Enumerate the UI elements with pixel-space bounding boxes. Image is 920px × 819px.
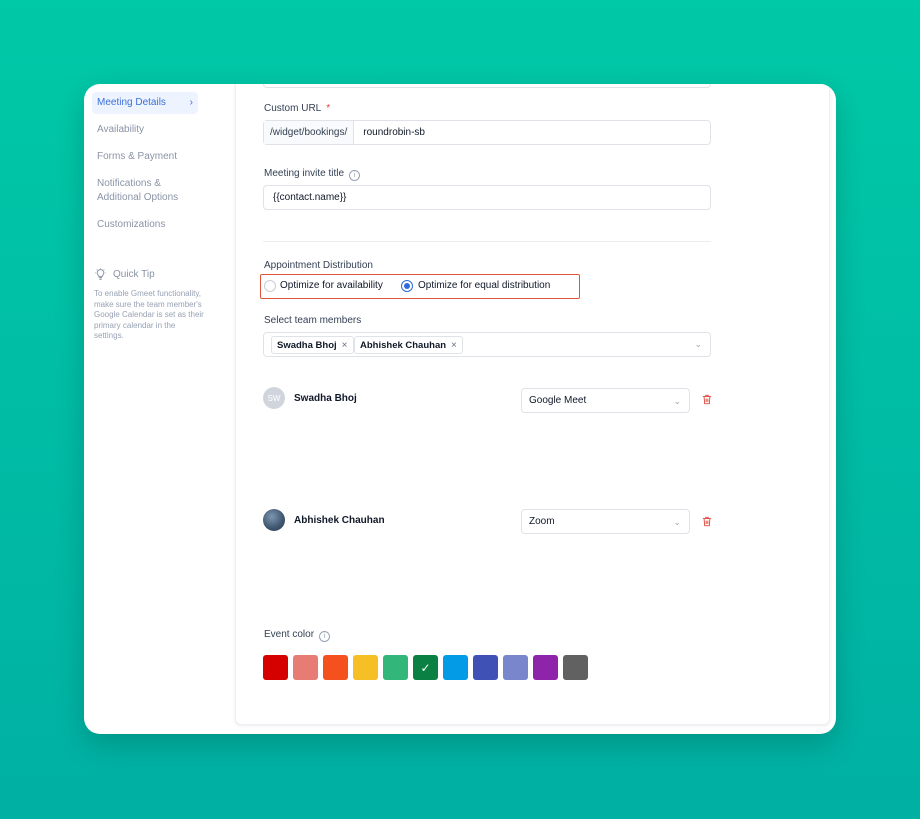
member-name: Swadha Bhoj <box>294 393 357 404</box>
color-swatch[interactable] <box>563 655 588 680</box>
sidebar-item-forms-payment[interactable]: Forms & Payment <box>92 146 198 168</box>
avatar <box>263 509 285 531</box>
quick-tip-body: To enable Gmeet functionality, make sure… <box>94 289 204 340</box>
info-icon[interactable]: i <box>349 170 361 181</box>
radio-label-equal[interactable]: Optimize for equal distribution <box>418 280 550 291</box>
app-window: Meeting Details › Availability Forms & P… <box>84 84 836 734</box>
radio-label-availability[interactable]: Optimize for availability <box>280 280 383 291</box>
radio-optimize-availability[interactable] <box>264 280 276 292</box>
chevron-down-icon: ⌄ <box>673 396 681 406</box>
meeting-location-select[interactable]: Zoom ⌄ <box>521 509 690 534</box>
team-members-label: Select team members <box>264 315 362 326</box>
member-name: Abhishek Chauhan <box>294 515 385 526</box>
sidebar-item-meeting-details[interactable]: Meeting Details › <box>92 92 198 114</box>
meeting-location-select[interactable]: Google Meet ⌄ <box>521 388 690 413</box>
sidebar-item-customizations[interactable]: Customizations <box>92 214 198 236</box>
check-icon: ✓ <box>420 660 431 675</box>
custom-url-label: Custom URL * <box>264 103 331 114</box>
invite-title-label: Meeting invite title i <box>264 168 361 181</box>
color-swatch[interactable] <box>293 655 318 680</box>
meeting-details-panel: Custom URL * /widget/bookings/ roundrobin… <box>235 84 830 725</box>
close-icon[interactable]: × <box>451 340 457 351</box>
team-members-select[interactable]: Swadha Bhoj × Abhishek Chauhan × ⌄ <box>263 332 711 357</box>
chevron-down-icon: ⌄ <box>673 517 681 527</box>
radio-optimize-equal[interactable] <box>401 280 413 292</box>
invite-title-input[interactable]: {{contact.name}} <box>263 185 711 210</box>
chevron-right-icon: › <box>189 97 193 108</box>
custom-url-prefix: /widget/bookings/ <box>264 121 355 144</box>
close-icon[interactable]: × <box>342 340 348 351</box>
event-color-swatches: ✓ <box>263 655 588 680</box>
quick-tip-title: Quick Tip <box>113 269 155 280</box>
sidebar: Meeting Details › Availability Forms & P… <box>84 84 234 734</box>
color-swatch[interactable]: ✓ <box>413 655 438 680</box>
avatar: SW <box>263 387 285 409</box>
chevron-down-icon[interactable]: ⌄ <box>694 339 702 350</box>
info-icon[interactable]: i <box>319 631 331 642</box>
distribution-options: Optimize for availability Optimize for e… <box>260 274 580 299</box>
lightbulb-icon <box>95 268 106 280</box>
color-swatch[interactable] <box>263 655 288 680</box>
trash-icon[interactable] <box>702 394 712 405</box>
event-color-label: Event color i <box>264 629 331 642</box>
section-divider <box>263 241 711 242</box>
color-swatch[interactable] <box>383 655 408 680</box>
color-swatch[interactable] <box>503 655 528 680</box>
color-swatch[interactable] <box>473 655 498 680</box>
custom-url-input[interactable]: /widget/bookings/ roundrobin-sb <box>263 120 711 145</box>
member-tag: Swadha Bhoj × <box>271 336 354 354</box>
color-swatch[interactable] <box>533 655 558 680</box>
member-tag: Abhishek Chauhan × <box>354 336 463 354</box>
color-swatch[interactable] <box>353 655 378 680</box>
quick-tip-header: Quick Tip <box>94 268 155 281</box>
color-swatch[interactable] <box>443 655 468 680</box>
previous-field-input[interactable] <box>263 84 711 88</box>
sidebar-item-notifications[interactable]: Notifications & Additional Options <box>92 173 198 209</box>
color-swatch[interactable] <box>323 655 348 680</box>
custom-url-value: roundrobin-sb <box>363 127 425 138</box>
sidebar-item-availability[interactable]: Availability <box>92 119 198 141</box>
trash-icon[interactable] <box>702 516 712 527</box>
distribution-label: Appointment Distribution <box>264 260 373 271</box>
